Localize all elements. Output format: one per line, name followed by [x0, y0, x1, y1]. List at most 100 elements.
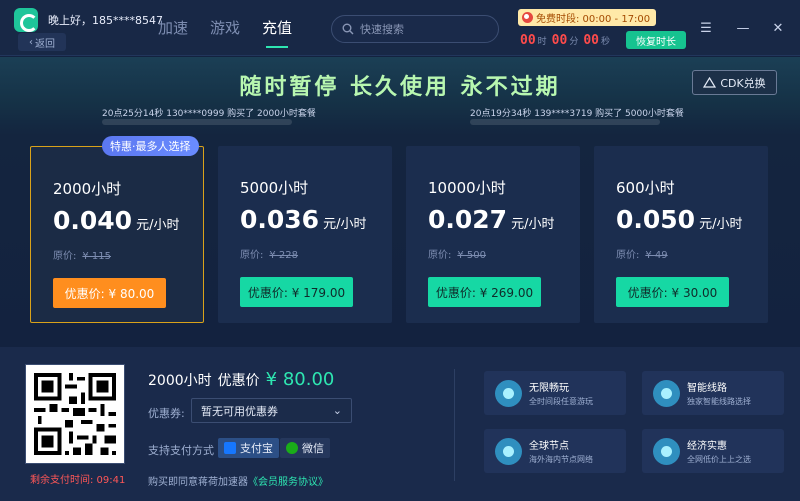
coupon-dropdown[interactable]: 暂无可用优惠券 ⌄: [191, 398, 352, 423]
orig-label: 原价:: [240, 250, 264, 261]
timer-hours-unit: 时: [537, 37, 547, 47]
plan-unit-price: 0.050 元/小时: [616, 205, 742, 234]
minimize-icon[interactable]: —: [735, 20, 751, 36]
price-unit: 元/小时: [699, 217, 743, 232]
plan-name: 10000小时: [428, 179, 506, 197]
user-greeting: 晚上好，185****8547: [48, 14, 163, 27]
original-price: 原价: ¥ 115: [53, 247, 111, 262]
alipay-icon: [224, 442, 236, 454]
main-nav: 加速 游戏 充值: [158, 17, 292, 48]
timer-hours: 00: [520, 33, 536, 48]
plan-unit-price: 0.027 元/小时: [428, 205, 554, 234]
plan-card-10000[interactable]: 10000小时 0.027 元/小时 原价: ¥ 500 优惠价: ¥ 269.0…: [406, 146, 580, 323]
back-label: 返回: [35, 38, 55, 50]
wechat-icon: [286, 442, 298, 454]
discount-price-button[interactable]: 优惠价: ¥ 179.00: [240, 277, 353, 307]
discount-price-button[interactable]: 优惠价: ¥ 269.00: [428, 277, 541, 307]
search-box[interactable]: [331, 15, 499, 43]
chevron-left-icon: ‹: [29, 36, 33, 48]
discount-price-button[interactable]: 优惠价: ¥ 80.00: [53, 278, 166, 308]
feature-desc: 全时间段任意游玩: [529, 397, 593, 406]
timer-seconds-unit: 秒: [601, 37, 611, 47]
checkout-panel: 剩余支付时间: 09:41 2000小时 优惠价 ¥ 80.00 优惠券: 暂无…: [0, 347, 800, 501]
plan-unit-price: 0.036 元/小时: [240, 205, 366, 234]
nav-games[interactable]: 游戏: [210, 17, 240, 38]
service-agreement-link[interactable]: 《会员服务协议》: [248, 477, 328, 488]
ticker-line-faded: [470, 119, 660, 125]
top-bar: 晚上好，185****8547 ‹ 返回 加速 游戏 充值 免费时段: 00:0…: [0, 0, 800, 56]
ticker-line-faded: [102, 119, 292, 125]
cdk-redeem-button[interactable]: CDK兑换: [692, 70, 777, 95]
promo-banner: 随时暂停 长久使用 永不过期 CDK兑换 20点25分14秒 130****09…: [0, 57, 800, 135]
feature-smart-route: 智能线路 独家智能线路选择: [642, 371, 784, 415]
remaining-time: 00 时 00 分 00 秒: [520, 33, 613, 48]
divider: [454, 369, 455, 481]
selected-plan-summary: 2000小时 优惠价 ¥ 80.00: [148, 369, 334, 390]
orig-value: ¥ 115: [82, 251, 112, 262]
price-value: 0.036: [240, 205, 320, 234]
purchase-ticker-left: 20点25分14秒 130****0999 购买了 2000小时套餐: [102, 109, 316, 119]
orig-value: ¥ 500: [457, 250, 487, 261]
payment-qr-code: [25, 364, 125, 464]
orig-value: ¥ 228: [269, 250, 299, 261]
plan-name: 5000小时: [240, 179, 309, 197]
search-input[interactable]: [360, 22, 480, 36]
price-unit: 元/小时: [136, 218, 180, 233]
shield-icon: [495, 438, 522, 465]
hot-plan-tag: 特惠·最多人选择: [102, 136, 199, 156]
search-icon: [342, 23, 354, 35]
wechat-label: 微信: [302, 442, 324, 455]
feature-desc: 独家智能线路选择: [687, 397, 751, 406]
free-period-text: 免费时段: 00:00 - 17:00: [536, 14, 651, 25]
coupon-value: 暂无可用优惠券: [201, 404, 278, 418]
original-price: 原价: ¥ 228: [240, 246, 298, 261]
alipay-label: 支付宝: [240, 442, 273, 455]
plan-card-5000[interactable]: 5000小时 0.036 元/小时 原价: ¥ 228 优惠价: ¥ 179.00: [218, 146, 392, 323]
orig-label: 原价:: [616, 250, 640, 261]
plan-card-600[interactable]: 600小时 0.050 元/小时 原价: ¥ 49 优惠价: ¥ 30.00: [594, 146, 768, 323]
resume-time-button[interactable]: 恢复时长: [626, 31, 686, 49]
price-value: 0.050: [616, 205, 696, 234]
price-value: 0.040: [53, 206, 133, 235]
purchase-ticker-right: 20点19分34秒 139****3719 购买了 5000小时套餐: [470, 109, 684, 119]
feature-title: 经济实惠: [687, 441, 727, 452]
selected-price-label: 优惠价: [217, 373, 260, 389]
feature-unlimited: 无限畅玩 全时间段任意游玩: [484, 371, 626, 415]
payment-methods-label: 支持支付方式: [148, 444, 214, 457]
payment-countdown: 剩余支付时间: 09:41: [30, 475, 126, 486]
alarm-clock-icon: [522, 12, 533, 23]
qr-code-icon: [26, 365, 124, 463]
selected-plan-name: 2000小时: [148, 373, 212, 389]
coupon-label: 优惠券:: [148, 407, 185, 420]
plan-unit-price: 0.040 元/小时: [53, 206, 179, 235]
plan-name: 600小时: [616, 179, 675, 197]
banner-title: 随时暂停 长久使用 永不过期: [239, 75, 561, 100]
selected-price: ¥ 80.00: [265, 369, 335, 390]
close-icon[interactable]: ✕: [770, 20, 786, 36]
plan-name: 2000小时: [53, 180, 122, 198]
original-price: 原价: ¥ 500: [428, 246, 486, 261]
warning-triangle-icon: [703, 77, 717, 88]
menu-icon[interactable]: ☰: [698, 20, 714, 36]
price-unit: 元/小时: [511, 217, 555, 232]
feature-title: 无限畅玩: [529, 383, 569, 394]
nav-accelerate[interactable]: 加速: [158, 17, 188, 38]
feature-affordable: 经济实惠 全网低价上上之选: [642, 429, 784, 473]
timer-seconds: 00: [583, 33, 599, 48]
feature-global-nodes: 全球节点 海外海内节点网络: [484, 429, 626, 473]
pay-alipay-option[interactable]: 支付宝: [218, 438, 279, 458]
plan-card-2000[interactable]: 2000小时 0.040 元/小时 原价: ¥ 115 优惠价: ¥ 80.00: [30, 146, 204, 323]
discount-price-button[interactable]: 优惠价: ¥ 30.00: [616, 277, 729, 307]
agreement-text: 购买即同意蒋荷加速器《会员服务协议》: [148, 473, 328, 488]
nav-recharge[interactable]: 充值: [262, 17, 292, 48]
agreement-prefix: 购买即同意蒋荷加速器: [148, 477, 248, 488]
original-price: 原价: ¥ 49: [616, 246, 668, 261]
chevron-down-icon: ⌄: [332, 404, 342, 417]
orig-label: 原价:: [53, 251, 77, 262]
price-unit: 元/小时: [323, 217, 367, 232]
back-button[interactable]: ‹ 返回: [18, 33, 66, 51]
timer-minutes: 00: [551, 33, 568, 48]
pay-wechat-option[interactable]: 微信: [280, 438, 330, 458]
free-period-badge: 免费时段: 00:00 - 17:00: [518, 9, 657, 26]
plan-list: 2000小时 0.040 元/小时 原价: ¥ 115 优惠价: ¥ 80.00 …: [0, 135, 800, 347]
